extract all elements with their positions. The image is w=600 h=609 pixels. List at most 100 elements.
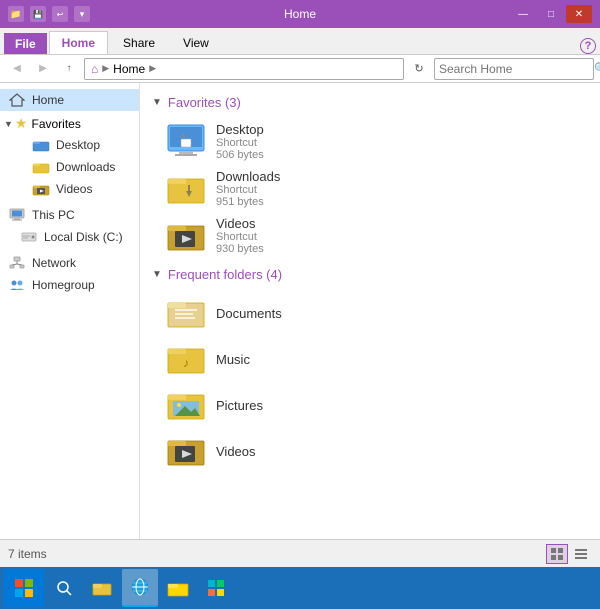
- videos-freq-filename: Videos: [216, 444, 256, 459]
- music-filename: Music: [216, 352, 250, 367]
- start-button[interactable]: [4, 569, 44, 607]
- title-bar: 📁 💾 ↩ ▾ Home — □ ✕: [0, 0, 600, 28]
- desktop-filetype: Shortcut: [216, 137, 264, 149]
- status-bar: 7 items: [0, 539, 600, 567]
- sidebar-item-desktop[interactable]: Desktop: [0, 134, 139, 156]
- favorites-star-icon: ★: [15, 115, 28, 132]
- documents-filename: Documents: [216, 306, 282, 321]
- videos-fav-file-info: Videos Shortcut 930 bytes: [216, 216, 264, 255]
- sidebar-home-label: Home: [32, 93, 64, 107]
- address-path[interactable]: ⌂ ▶ Home ▶: [84, 58, 404, 80]
- favorites-section-header[interactable]: ▼ Favorites (3): [152, 95, 588, 110]
- tab-home[interactable]: Home: [49, 31, 108, 54]
- minimize-button[interactable]: —: [510, 5, 536, 23]
- sidebar-item-videos[interactable]: Videos: [0, 178, 139, 200]
- svg-text:♪: ♪: [183, 356, 189, 370]
- path-chevron: ▶: [102, 63, 109, 74]
- list-item[interactable]: Pictures: [160, 382, 588, 428]
- path-label: Home: [113, 62, 145, 76]
- network-icon: [8, 255, 26, 271]
- favorites-collapse-arrow: ▼: [4, 119, 13, 129]
- ribbon-tabs: File Home Share View ?: [0, 28, 600, 54]
- frequent-section-header[interactable]: ▼ Frequent folders (4): [152, 267, 588, 282]
- main-layout: Home ▼ ★ Favorites Desktop Downloads Vid…: [0, 83, 600, 539]
- music-folder-icon: ♪: [166, 340, 206, 378]
- tab-view[interactable]: View: [170, 31, 222, 54]
- sidebar-item-home[interactable]: Home: [0, 89, 139, 111]
- downloads-shortcut-icon: [166, 170, 206, 208]
- forward-button[interactable]: ▶: [32, 58, 54, 80]
- list-item[interactable]: Videos: [160, 428, 588, 474]
- favorites-section-title: Favorites (3): [168, 95, 241, 110]
- maximize-button[interactable]: □: [538, 5, 564, 23]
- refresh-button[interactable]: ↻: [408, 58, 430, 80]
- localdisk-icon: [20, 229, 38, 245]
- homegroup-icon: [8, 277, 26, 293]
- frequent-folders-list: Documents ♪ Music: [152, 290, 588, 474]
- sidebar-favorites-group[interactable]: ▼ ★ Favorites: [0, 111, 139, 134]
- sidebar-item-localdisk[interactable]: Local Disk (C:): [0, 226, 139, 248]
- list-item[interactable]: Downloads Shortcut 951 bytes: [160, 165, 588, 212]
- taskbar-file-explorer[interactable]: [84, 569, 120, 607]
- downloads-file-info: Downloads Shortcut 951 bytes: [216, 169, 280, 208]
- taskbar-folder[interactable]: [160, 569, 196, 607]
- search-box[interactable]: 🔍: [434, 58, 594, 80]
- save-icon: 💾: [30, 6, 46, 22]
- desktop-shortcut-icon: [166, 123, 206, 161]
- desktop-filesize: 506 bytes: [216, 149, 264, 161]
- list-item[interactable]: Documents: [160, 290, 588, 336]
- sidebar-item-thispc[interactable]: This PC: [0, 204, 139, 226]
- dropdown-icon[interactable]: ▾: [74, 6, 90, 22]
- item-count: 7 items: [8, 547, 47, 561]
- window-controls: — □ ✕: [510, 5, 592, 23]
- downloads-filesize: 951 bytes: [216, 196, 280, 208]
- sidebar-item-homegroup[interactable]: Homegroup: [0, 274, 139, 296]
- videos-fav-filename: Videos: [216, 216, 264, 231]
- back-button[interactable]: ◀: [6, 58, 28, 80]
- taskbar-ie[interactable]: [122, 569, 158, 607]
- help-button[interactable]: ?: [580, 38, 596, 54]
- list-item[interactable]: ♪ Music: [160, 336, 588, 382]
- address-bar: ◀ ▶ ↑ ⌂ ▶ Home ▶ ↻ 🔍: [0, 55, 600, 83]
- downloads-folder-icon: [32, 159, 50, 175]
- desktop-filename: Desktop: [216, 122, 264, 137]
- home-icon: [8, 92, 26, 108]
- list-item[interactable]: Desktop Shortcut 506 bytes: [160, 118, 588, 165]
- desktop-folder-icon: [32, 137, 50, 153]
- documents-folder-icon: [166, 294, 206, 332]
- list-item[interactable]: Videos Shortcut 930 bytes: [160, 212, 588, 259]
- videos-fav-filesize: 930 bytes: [216, 243, 264, 255]
- videos-fav-filetype: Shortcut: [216, 231, 264, 243]
- view-large-button[interactable]: [546, 544, 568, 564]
- tab-file[interactable]: File: [4, 33, 47, 54]
- content-area: ▼ Favorites (3) Desk: [140, 83, 600, 539]
- sidebar-item-downloads[interactable]: Downloads: [0, 156, 139, 178]
- favorites-expand-icon: ▼: [152, 97, 162, 108]
- close-button[interactable]: ✕: [566, 5, 592, 23]
- path-chevron2: ▶: [149, 63, 156, 74]
- sidebar-favorites-label: Favorites: [31, 117, 80, 131]
- undo-icon: ↩: [52, 6, 68, 22]
- videos-shortcut-icon: [166, 217, 206, 255]
- search-input[interactable]: [439, 62, 594, 76]
- pictures-folder-icon: [166, 386, 206, 424]
- sidebar-videos-label: Videos: [56, 182, 92, 196]
- music-file-info: Music: [216, 352, 250, 367]
- up-button[interactable]: ↑: [58, 58, 80, 80]
- documents-file-info: Documents: [216, 306, 282, 321]
- ribbon: File Home Share View ?: [0, 28, 600, 55]
- sidebar-homegroup-label: Homegroup: [32, 278, 95, 292]
- view-buttons: [546, 544, 592, 564]
- pictures-filename: Pictures: [216, 398, 263, 413]
- tab-share[interactable]: Share: [110, 31, 168, 54]
- taskbar-search[interactable]: [46, 569, 82, 607]
- path-home-icon: ⌂: [91, 62, 98, 76]
- favorites-list: Desktop Shortcut 506 bytes Downloads: [152, 118, 588, 259]
- taskbar-store[interactable]: [198, 569, 234, 607]
- videos-freq-folder-icon: [166, 432, 206, 470]
- title-bar-left: 📁 💾 ↩ ▾: [8, 6, 90, 22]
- frequent-section-title: Frequent folders (4): [168, 267, 282, 282]
- view-list-button[interactable]: [570, 544, 592, 564]
- desktop-file-info: Desktop Shortcut 506 bytes: [216, 122, 264, 161]
- sidebar-item-network[interactable]: Network: [0, 252, 139, 274]
